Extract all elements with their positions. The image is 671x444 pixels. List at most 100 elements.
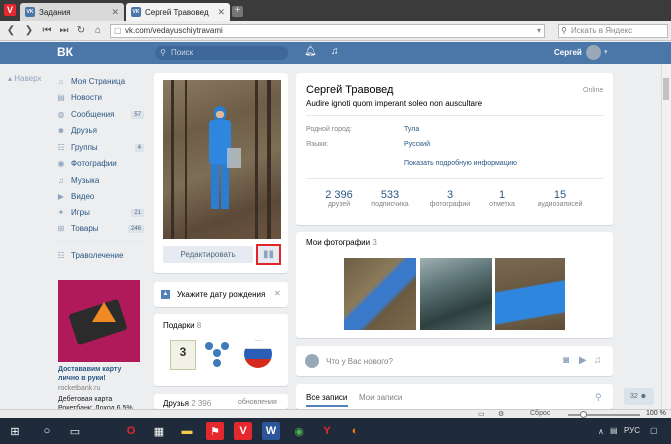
dropdown-arrow-icon[interactable]: ▾ bbox=[537, 25, 541, 37]
notifications-bell-icon[interactable]: 🔔︎ bbox=[304, 46, 317, 57]
photo-thumbnail-1[interactable] bbox=[344, 258, 416, 330]
field-value-hometown[interactable]: Тула bbox=[404, 126, 419, 133]
gift-flag-heart-image[interactable] bbox=[244, 340, 272, 368]
search-icon[interactable]: ○ bbox=[38, 422, 56, 440]
sidebar-item-travolechenie[interactable]: ☷ Траволечение bbox=[56, 248, 144, 263]
chevron-down-icon[interactable]: ▾ bbox=[604, 48, 608, 56]
page-actions-icon[interactable]: ⚙ bbox=[498, 410, 504, 418]
yandex-browser-icon[interactable]: Y bbox=[318, 422, 336, 440]
person-in-blue-raincoat bbox=[205, 106, 241, 211]
zoom-reset-button[interactable]: Сброс bbox=[530, 410, 550, 417]
gift-spinner-image[interactable] bbox=[204, 340, 230, 370]
counter-tags[interactable]: 1 отметка bbox=[472, 189, 532, 208]
folder-icon[interactable]: ▬ bbox=[178, 422, 196, 440]
sidebar-item-my-page[interactable]: ⌂ Моя Страница bbox=[56, 74, 144, 89]
ad-domain[interactable]: rocketbank.ru bbox=[58, 385, 100, 392]
tab-close-icon[interactable]: ✕ bbox=[217, 7, 225, 18]
sidebar-item-groups[interactable]: ☷ Группы 4 bbox=[56, 140, 144, 155]
rewind-icon[interactable]: ⏮ bbox=[40, 24, 54, 38]
field-value-languages[interactable]: Русский bbox=[404, 141, 430, 148]
photo-thumbnail-3[interactable] bbox=[495, 258, 565, 330]
word-icon[interactable]: W bbox=[262, 422, 280, 440]
network-icon[interactable]: ▤ bbox=[610, 426, 618, 435]
photo-thumbnail-2[interactable] bbox=[420, 258, 492, 330]
address-bar[interactable]: ▢ vk.com/vedayuschiytravami ▾ bbox=[110, 24, 545, 38]
avatar bbox=[305, 354, 319, 368]
app-icon[interactable]: ⚑ bbox=[206, 422, 224, 440]
browser-search-field[interactable]: ⚲ Искать в Яндекс bbox=[558, 24, 668, 38]
user-name[interactable]: Сергей bbox=[554, 48, 582, 57]
file-manager-icon[interactable]: ▦ bbox=[150, 422, 168, 440]
vivaldi-menu-icon[interactable]: V bbox=[4, 4, 16, 16]
scrollbar-thumb[interactable] bbox=[663, 78, 669, 100]
profile-status[interactable]: Audire ignoti quom imperant soleo non au… bbox=[306, 99, 482, 108]
reload-icon[interactable]: ↻ bbox=[74, 24, 88, 38]
tab-close-icon[interactable]: ✕ bbox=[111, 7, 119, 18]
sidebar-item-video[interactable]: ▶ Видео bbox=[56, 189, 144, 204]
forward-icon[interactable]: ❯ bbox=[22, 24, 36, 38]
messages-count-badge: 57 bbox=[131, 110, 144, 119]
my-photos-heading[interactable]: Мои фотографии 3 bbox=[306, 238, 377, 247]
windows-start-icon[interactable]: ⊞ bbox=[6, 422, 24, 440]
counter-followers[interactable]: 533 подписчика bbox=[360, 189, 420, 208]
image-toggle-icon[interactable]: ▭ bbox=[478, 410, 485, 418]
vk-search-input[interactable]: ⚲ Поиск bbox=[155, 46, 288, 60]
fast-forward-icon[interactable]: ⏭ bbox=[57, 24, 71, 38]
lang-indicator[interactable]: РУС bbox=[624, 426, 640, 435]
firefox-icon[interactable]: ◐ bbox=[346, 422, 364, 440]
notifications-icon[interactable]: ▢ bbox=[650, 426, 658, 435]
counter-photos[interactable]: 3 фотографии bbox=[420, 189, 480, 208]
ad-image[interactable] bbox=[58, 280, 140, 362]
active-tab-underline bbox=[306, 405, 348, 407]
tray-chevron-icon[interactable]: ∧ bbox=[598, 427, 604, 436]
music-icon[interactable]: ♫ bbox=[331, 46, 339, 57]
group-icon: ☷ bbox=[57, 251, 65, 260]
vk-favicon-icon: VK bbox=[25, 7, 35, 17]
counter-audio[interactable]: 15 аудиозаписей bbox=[530, 189, 590, 208]
avatar[interactable] bbox=[586, 45, 601, 60]
opera-icon[interactable]: O bbox=[122, 422, 140, 440]
tab-my-posts[interactable]: Мои записи bbox=[359, 393, 402, 402]
stats-bar-chart-icon[interactable]: ▮▮ bbox=[256, 244, 281, 265]
friends-heading[interactable]: Друзья 2 396 bbox=[163, 399, 211, 408]
tab-profile[interactable]: VK Сергей Травовед ✕ bbox=[126, 3, 230, 21]
gift-calendar-image[interactable]: 3 bbox=[170, 340, 196, 370]
post-input[interactable]: Что у Вас нового? bbox=[326, 357, 393, 366]
page-scrollbar[interactable] bbox=[661, 64, 671, 409]
profile-photo[interactable] bbox=[163, 80, 281, 239]
video-icon[interactable]: ▶ bbox=[579, 355, 587, 366]
close-icon[interactable]: ✕ bbox=[274, 289, 281, 298]
sidebar-item-music[interactable]: ♫ Музыка bbox=[56, 173, 144, 188]
sidebar-item-messages[interactable]: ◍ Сообщения 57 bbox=[56, 107, 144, 122]
birthday-prompt-text[interactable]: Укажите дату рождения bbox=[177, 290, 265, 299]
ad-title[interactable]: Достававим карту лично в руки! bbox=[58, 365, 144, 383]
sidebar-item-friends[interactable]: ☻ Друзья bbox=[56, 123, 144, 138]
home-icon[interactable]: ⌂ bbox=[91, 24, 105, 38]
camera-icon[interactable]: ◙ bbox=[563, 355, 569, 366]
zoom-slider-thumb[interactable] bbox=[580, 411, 587, 418]
edit-profile-button[interactable]: Редактировать bbox=[163, 246, 253, 263]
back-to-top[interactable]: ▴ Наверх bbox=[8, 74, 41, 83]
vk-logo[interactable]: ВК bbox=[57, 45, 77, 61]
tab-all-posts[interactable]: Все записи bbox=[306, 393, 347, 402]
sidebar-item-photos[interactable]: ◉ Фотографии bbox=[56, 156, 144, 171]
friends-updates-link[interactable]: обновления bbox=[238, 399, 277, 406]
info-divider bbox=[306, 115, 603, 116]
new-tab-button[interactable]: + bbox=[232, 6, 243, 17]
chrome-icon[interactable]: ◉ bbox=[290, 422, 308, 440]
sidebar-item-games[interactable]: ✦ Игры 21 bbox=[56, 205, 144, 220]
search-icon[interactable]: ⚲ bbox=[595, 392, 602, 403]
sidebar-item-goods[interactable]: ⊞ Товары 246 bbox=[56, 221, 144, 236]
tab-tasks[interactable]: VK Задания ✕ bbox=[20, 3, 124, 21]
back-icon[interactable]: ❮ bbox=[4, 24, 18, 38]
show-more-info-link[interactable]: Показать подробную информацию bbox=[404, 160, 517, 167]
music-icon[interactable]: ♫ bbox=[594, 355, 602, 366]
field-label-hometown: Родной город: bbox=[306, 126, 352, 133]
gifts-heading[interactable]: Подарки 8 bbox=[163, 321, 201, 330]
vivaldi-icon[interactable]: V bbox=[234, 422, 252, 440]
zoom-slider[interactable] bbox=[568, 414, 640, 416]
news-icon: ▤ bbox=[57, 93, 65, 102]
sidebar-item-news[interactable]: ▤ Новости bbox=[56, 90, 144, 105]
task-view-icon[interactable]: ▭ bbox=[66, 422, 84, 440]
chat-counter-button[interactable]: 32 ☻ bbox=[624, 388, 654, 405]
